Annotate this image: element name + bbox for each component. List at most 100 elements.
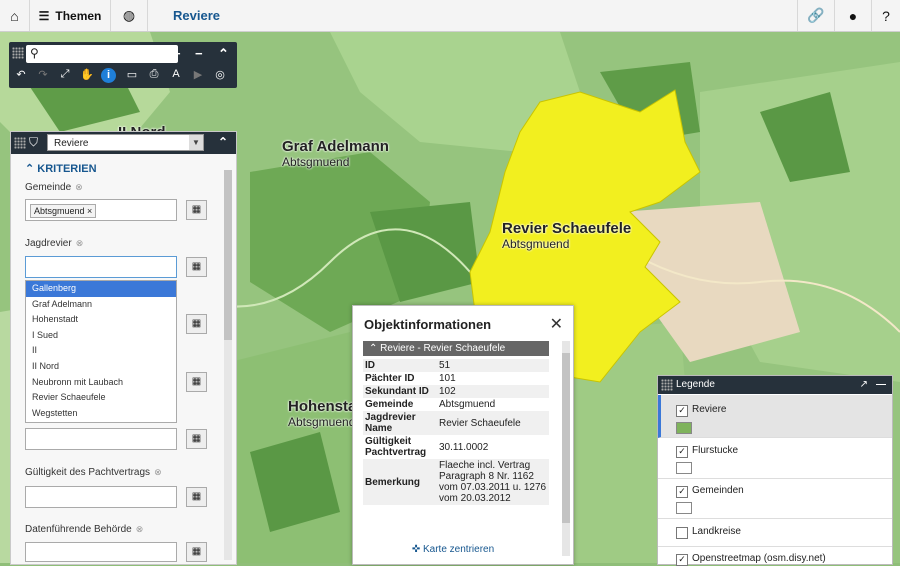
close-icon[interactable]: ✕: [550, 314, 563, 334]
legend-title: Legende: [676, 379, 715, 390]
top-bar: ⌂ ☰ Themen ◍ Reviere 🔗 ● ?: [0, 0, 900, 32]
search-input[interactable]: ⚲: [26, 45, 178, 63]
attribute-table: ID 51 Pächter ID 101 Sekundant ID 102 Gemei…: [363, 359, 549, 505]
table-row: Pächter ID 101: [365, 373, 456, 384]
checkbox[interactable]: ✓: [676, 446, 688, 458]
zoom-out-button[interactable]: −: [195, 46, 203, 61]
legend-item-gemeinden[interactable]: ✓ Gemeinden: [658, 478, 892, 519]
legend-swatch: [676, 422, 692, 434]
minimize-icon[interactable]: —: [876, 376, 886, 394]
popup-section-header[interactable]: ⌃ Reviere - Revier Schaeufele: [363, 341, 549, 356]
dropdown-option[interactable]: Neubronn mit Laubach: [26, 375, 176, 391]
expand-icon[interactable]: ↗: [860, 376, 868, 394]
home-icon[interactable]: ⌂: [0, 0, 30, 31]
link-icon[interactable]: 🔗: [797, 0, 834, 31]
map-label: Graf Adelmann Abtsgmuend: [282, 138, 389, 169]
map-label: Revier Schaeufele Abtsgmuend: [502, 220, 632, 251]
page-title: Reviere: [173, 8, 220, 23]
user-icon[interactable]: ●: [834, 0, 871, 31]
table-icon[interactable]: ▦: [186, 429, 207, 449]
collapse-panel-button[interactable]: ⌃: [218, 135, 228, 149]
behoerde-label: Datenführende Behörde ⊗: [25, 524, 144, 535]
legend-header: Legende ↗ —: [658, 376, 892, 394]
fullextent-icon[interactable]: ⤢: [56, 68, 74, 81]
table-row: Jagdrevier Name Revier Schaeufele: [363, 411, 549, 435]
legend-item-flurstucke[interactable]: ✓ Flurstucke: [658, 438, 892, 479]
checkbox[interactable]: ✓: [676, 554, 688, 566]
dropdown-option[interactable]: II Nord: [26, 359, 176, 375]
collapse-toolbar-button[interactable]: ⌃: [218, 46, 229, 62]
checkbox[interactable]: ✓: [676, 405, 688, 417]
table-row: Bemerkung Flaeche incl. Vertrag Paragraph…: [363, 459, 549, 505]
filter-icon: ⛉: [29, 135, 39, 149]
panel-scrollbar[interactable]: [224, 170, 232, 560]
dropdown-option[interactable]: Graf Adelmann: [26, 297, 176, 313]
dropdown-option[interactable]: Gallenberg: [26, 281, 176, 297]
table-icon[interactable]: ▦: [186, 314, 207, 334]
table-row: ID 51: [363, 359, 549, 372]
layer-select[interactable]: Reviere ▼: [47, 134, 204, 151]
table-row: Gültigkeit Pachtvertrag 30.11.0002: [365, 436, 489, 458]
print-icon[interactable]: ⎙: [145, 68, 163, 81]
scroll-thumb: [224, 170, 232, 340]
table-icon[interactable]: ▦: [186, 542, 207, 562]
filter-panel-header: ⛉ Reviere ▼ ⌃: [11, 132, 236, 154]
gemeinde-tag[interactable]: Abtsgmuend ×: [30, 204, 97, 218]
gueltigkeit-label: Gültigkeit des Pachtvertrags ⊗: [25, 467, 162, 478]
help-icon: ⊗: [75, 182, 83, 192]
map-toolbar: ⚲ + − ⌃ ↶ ↷ ⤢ ✋ i ▭ ⎙ A ▶ ◎: [9, 42, 237, 88]
checkbox[interactable]: [676, 527, 688, 539]
gueltigkeit-field[interactable]: [25, 486, 177, 508]
behoerde-field[interactable]: [25, 542, 177, 562]
globe-icon[interactable]: ◍: [111, 0, 148, 31]
dropdown-option[interactable]: II: [26, 343, 176, 359]
jagdrevier-label: Jagdrevier ⊗: [25, 238, 84, 249]
text-tool-icon[interactable]: A: [167, 68, 185, 80]
help-icon[interactable]: ?: [871, 0, 900, 31]
search-icon: ⚲: [30, 46, 39, 60]
drag-handle[interactable]: [12, 47, 24, 59]
help-icon: ⊗: [154, 467, 162, 477]
redo-icon[interactable]: ↷: [34, 68, 52, 81]
drag-handle[interactable]: [14, 137, 26, 149]
filter-panel: ⛉ Reviere ▼ ⌃ ⌃ KRITERIEN Gemeinde ⊗ Abtsg…: [10, 131, 237, 565]
table-icon[interactable]: ▦: [186, 372, 207, 392]
table-row: Sekundant ID 102: [363, 385, 549, 398]
popup-scrollbar[interactable]: [562, 341, 570, 556]
center-map-link[interactable]: ✜ Karte zentrieren: [353, 544, 553, 555]
menu-icon: ☰: [38, 8, 50, 23]
drag-handle[interactable]: [661, 379, 673, 391]
jagdrevier-dropdown: Gallenberg Graf Adelmann Hohenstadt I Su…: [25, 280, 177, 423]
help-icon: ⊗: [135, 524, 144, 534]
filter-field[interactable]: [25, 428, 177, 450]
table-icon[interactable]: ▦: [186, 257, 207, 277]
object-info-popup: Objektinformationen ✕ ⌃ Reviere - Revier…: [352, 305, 574, 565]
info-icon[interactable]: i: [101, 68, 116, 83]
dropdown-option[interactable]: Revier Schaeufele: [26, 390, 176, 406]
jagdrevier-field[interactable]: [25, 256, 177, 278]
themen-label: Themen: [55, 8, 102, 23]
table-row: Gemeinde Abtsgmuend: [365, 399, 496, 410]
dropdown-option[interactable]: I Sued: [26, 328, 176, 344]
chevron-down-icon: ▼: [189, 135, 203, 150]
zoom-in-button[interactable]: +: [173, 46, 181, 61]
dropdown-option[interactable]: Wegstetten: [26, 406, 176, 422]
legend-item-osm[interactable]: ✓ Openstreetmap (osm.disy.net): [658, 546, 892, 566]
table-icon[interactable]: ▦: [186, 200, 207, 220]
gemeinde-label: Gemeinde ⊗: [25, 182, 83, 193]
themen-button[interactable]: ☰ Themen: [30, 0, 111, 31]
pan-hand-icon[interactable]: ✋: [78, 68, 96, 81]
gemeinde-field[interactable]: Abtsgmuend ×: [25, 199, 177, 221]
measure-icon[interactable]: ▭: [123, 68, 141, 81]
legend-swatch: [676, 502, 692, 514]
table-icon[interactable]: ▦: [186, 487, 207, 507]
layers-icon[interactable]: ◎: [211, 68, 229, 81]
legend-item-reviere[interactable]: ✓ Reviere: [658, 395, 892, 438]
undo-icon[interactable]: ↶: [12, 68, 30, 81]
play-icon[interactable]: ▶: [189, 68, 207, 81]
legend-item-landkreise[interactable]: Landkreise: [658, 518, 892, 547]
legend-panel: Legende ↗ — ✓ Reviere ✓ Flurstucke ✓ Gem…: [657, 375, 893, 566]
checkbox[interactable]: ✓: [676, 486, 688, 498]
dropdown-option[interactable]: Hohenstadt: [26, 312, 176, 328]
popup-title: Objektinformationen: [364, 317, 492, 332]
